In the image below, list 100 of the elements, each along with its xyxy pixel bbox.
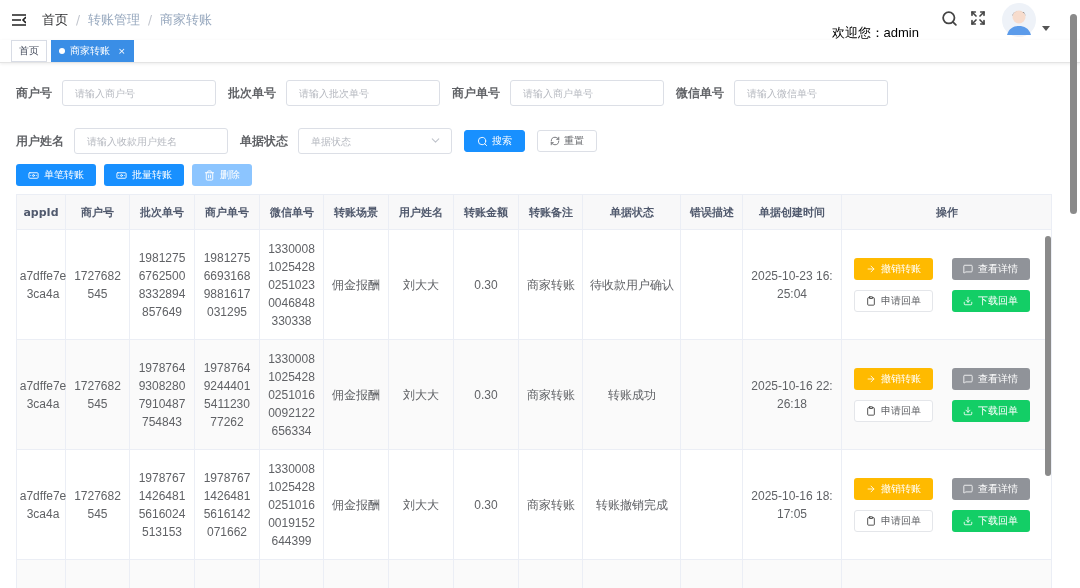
- filter-label: 批次单号: [228, 84, 276, 102]
- table-cell: 转账成功: [582, 339, 681, 450]
- table-cell: 197876493082807910487754843: [129, 339, 195, 450]
- table-cell: 198127567625008332894857649: [129, 229, 195, 340]
- filter-field[interactable]: 请输入微信单号: [734, 80, 888, 106]
- table-cell: 19787649244401541123077262: [194, 339, 260, 450]
- action-button[interactable]: 撤销转账: [853, 367, 933, 390]
- table-cell: 2025-10-16 18:17:05: [742, 449, 842, 560]
- table-cell: 0.30: [453, 229, 519, 340]
- download-icon: [963, 295, 973, 306]
- column-header: 转账场景: [323, 194, 389, 230]
- transfer-button[interactable]: 批量转账: [104, 164, 184, 186]
- search-icon: [477, 135, 488, 147]
- table-cell: 刘大大: [388, 229, 454, 340]
- filter-field[interactable]: 请输入商户单号: [510, 80, 664, 106]
- clipboard-icon: [865, 295, 876, 306]
- clipboard-icon: [865, 405, 876, 416]
- table-cell: a7dffe7e3ca4a: [16, 449, 66, 560]
- breadcrumb-item[interactable]: 首页: [42, 11, 68, 29]
- table-cell: 2025-10-16 22:26:18: [742, 339, 842, 450]
- caret-icon[interactable]: [1042, 26, 1050, 31]
- table-cell: 0.30: [453, 339, 519, 450]
- download-icon: [963, 515, 973, 526]
- filter-label: 用户姓名: [16, 132, 64, 150]
- banknote-icon: [28, 169, 39, 181]
- table-cell: 刘大大: [388, 339, 454, 450]
- message-icon: [963, 483, 973, 494]
- table-cell: 1727682545: [65, 229, 130, 340]
- table-cell: 待收款用户确认: [582, 229, 681, 340]
- action-button[interactable]: 申请回单: [853, 399, 933, 422]
- table-cell: 佣金报酬: [323, 229, 389, 340]
- breadcrumb-item: 商家转账: [160, 11, 213, 29]
- column-header: 单据状态: [582, 194, 681, 230]
- page-tab[interactable]: 商家转账 ×: [51, 40, 134, 62]
- table-cell: 刘大大: [388, 449, 454, 560]
- reset-button[interactable]: 重置: [537, 130, 597, 152]
- fullscreen-icon[interactable]: [970, 10, 986, 26]
- filter-label: 单据状态: [240, 132, 288, 150]
- avatar-icon[interactable]: [1002, 3, 1036, 37]
- trash-icon: [204, 169, 215, 181]
- action-button[interactable]: 申请回单: [853, 509, 933, 532]
- table-cell: 0.30: [453, 449, 519, 560]
- table-cell: 197876714264815616142071662: [194, 449, 260, 560]
- filter-field[interactable]: 请输入商户号: [62, 80, 216, 106]
- column-header: 单据创建时间: [742, 194, 842, 230]
- arrow-right-icon: [865, 373, 876, 384]
- filter-label: 商户单号: [452, 84, 500, 102]
- column-header: 转账金额: [453, 194, 519, 230]
- search-icon[interactable]: [941, 10, 958, 27]
- table-cell: 1330008102542802510230046848330338: [259, 229, 324, 340]
- action-button[interactable]: 下载回单: [951, 399, 1030, 422]
- action-button[interactable]: 下载回单: [951, 509, 1030, 532]
- breadcrumb-item[interactable]: 转账管理: [88, 11, 141, 29]
- status-select[interactable]: 单据状态: [298, 128, 452, 154]
- table-cell: 佣金报酬: [323, 339, 389, 450]
- close-icon[interactable]: ×: [118, 46, 126, 56]
- filter-field[interactable]: 请输入收款用户姓名: [74, 128, 228, 154]
- table-cell: 198127566931689881617031295: [194, 229, 260, 340]
- transfer-button[interactable]: 单笔转账: [16, 164, 96, 186]
- table-cell: a7dffe7e3ca4a: [16, 339, 66, 450]
- table-cell: 佣金报酬: [323, 449, 389, 560]
- filter-label: 微信单号: [676, 84, 724, 102]
- breadcrumb-separator: /: [148, 13, 153, 27]
- filter-field[interactable]: 请输入批次单号: [286, 80, 440, 106]
- table-cell: 1727682545: [65, 339, 130, 450]
- action-button[interactable]: 查看详情: [951, 477, 1030, 500]
- action-button[interactable]: 申请回单: [853, 289, 933, 312]
- refresh-icon: [550, 136, 560, 146]
- column-header: 转账备注: [518, 194, 583, 230]
- page-tab[interactable]: 首页: [11, 40, 47, 62]
- welcome-text: 欢迎您：admin: [831, 24, 919, 42]
- filter-label: 商户号: [16, 84, 52, 102]
- column-header: 批次单号: [129, 194, 195, 230]
- message-icon: [963, 373, 973, 384]
- column-header: 微信单号: [259, 194, 324, 230]
- action-button[interactable]: 查看详情: [951, 257, 1030, 280]
- table-cell: 197876714264815616024513153: [129, 449, 195, 560]
- table-cell: 2025-10-23 16:25:04: [742, 229, 842, 340]
- action-button[interactable]: 查看详情: [951, 367, 1030, 390]
- arrow-right-icon: [865, 263, 876, 274]
- action-button[interactable]: 撤销转账: [853, 257, 933, 280]
- menu-icon[interactable]: [12, 14, 26, 26]
- download-icon: [963, 405, 973, 416]
- clipboard-icon: [865, 515, 876, 526]
- action-button[interactable]: 下载回单: [951, 289, 1030, 312]
- table-cell: 商家转账: [518, 449, 583, 560]
- column-header: 操作: [841, 194, 1052, 230]
- table-cell: 1330008102542802510160092122656334: [259, 339, 324, 450]
- message-icon: [963, 263, 973, 274]
- table-cell: 1727682545: [65, 449, 130, 560]
- action-button[interactable]: 撤销转账: [853, 477, 933, 500]
- column-header: 错误描述: [680, 194, 743, 230]
- column-header: 用户姓名: [388, 194, 454, 230]
- table-cell: 商家转账: [518, 229, 583, 340]
- column-header: appId: [16, 194, 66, 230]
- column-header: 商户号: [65, 194, 130, 230]
- column-header: 商户单号: [194, 194, 260, 230]
- breadcrumb-separator: /: [76, 13, 81, 27]
- search-button[interactable]: 搜索: [464, 130, 525, 152]
- banknote-icon: [116, 169, 127, 181]
